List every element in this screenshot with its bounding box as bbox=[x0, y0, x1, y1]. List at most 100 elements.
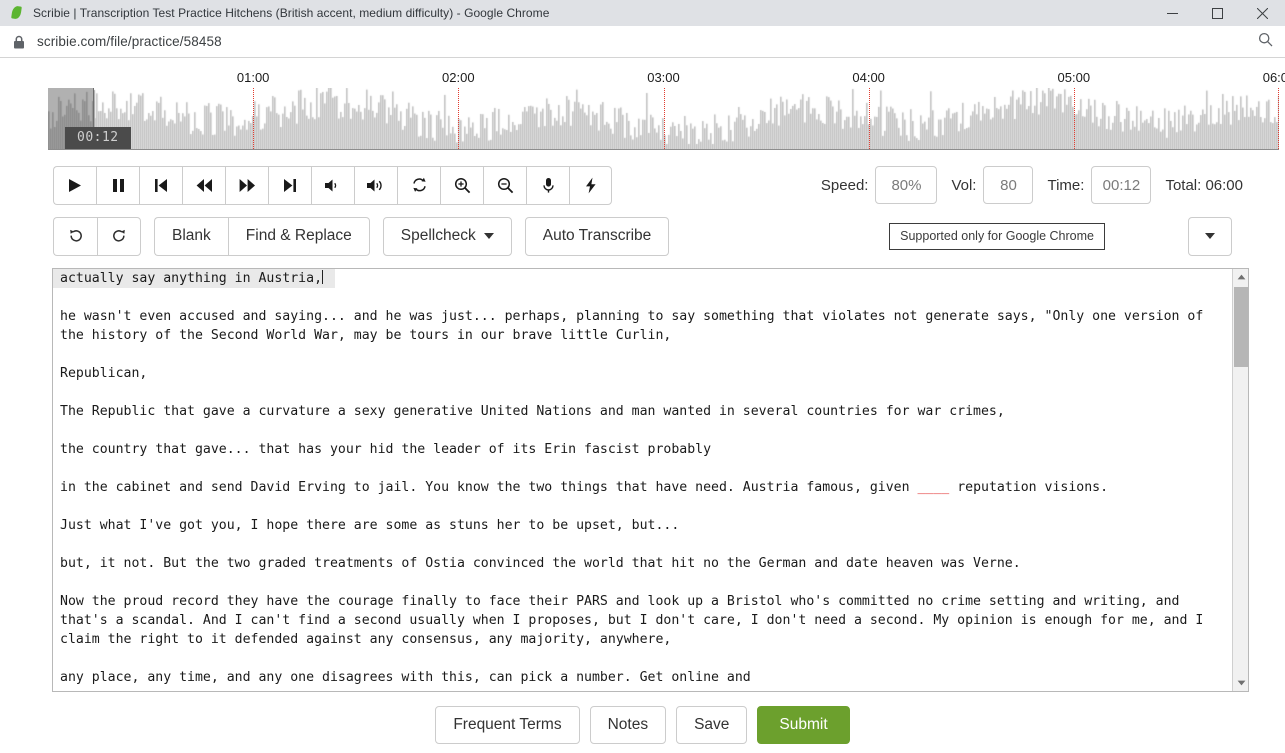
maximize-icon[interactable] bbox=[1195, 0, 1240, 26]
play-button[interactable] bbox=[53, 165, 96, 205]
ruler-tick-line bbox=[1278, 88, 1279, 149]
close-icon[interactable] bbox=[1240, 0, 1285, 26]
window-controls bbox=[1150, 0, 1285, 26]
lock-icon bbox=[13, 35, 25, 49]
undo-redo-group bbox=[53, 216, 141, 256]
text-cursor bbox=[322, 270, 324, 284]
lightning-bolt-icon[interactable] bbox=[569, 165, 612, 205]
ruler-tick-line bbox=[663, 88, 665, 149]
speed-input[interactable] bbox=[875, 166, 938, 204]
edit-actions-group: Blank Find & Replace bbox=[154, 216, 370, 256]
ruler-tick-label: 02:00 bbox=[442, 70, 475, 85]
transcript-text-area[interactable]: actually say anything in Austria, he was… bbox=[53, 269, 1232, 691]
transcript-paragraph[interactable]: he wasn't even accused and saying... and… bbox=[53, 307, 1232, 345]
time-label: Time: bbox=[1047, 176, 1085, 194]
waveform-area[interactable]: 00:12 bbox=[48, 88, 1279, 150]
ruler-tick-label: 06:00 bbox=[1262, 70, 1285, 85]
ruler-tick-label: 05:00 bbox=[1057, 70, 1091, 85]
auto-transcribe-button[interactable]: Auto Transcribe bbox=[524, 216, 670, 256]
player-controls-row: Speed: Vol: Time: Total: 06:00 bbox=[0, 164, 1285, 206]
microphone-icon[interactable] bbox=[526, 165, 569, 205]
ruler-tick-line bbox=[253, 88, 255, 149]
total-duration-label: Total: 06:00 bbox=[1165, 176, 1243, 194]
frequent-terms-button[interactable]: Frequent Terms bbox=[435, 706, 580, 744]
volume-label: Vol: bbox=[951, 176, 977, 194]
ruler-tick-line bbox=[1073, 88, 1075, 149]
chevron-down-icon bbox=[483, 233, 494, 239]
transcript-paragraph[interactable]: but, it not. But the two graded treatmen… bbox=[53, 554, 1232, 573]
redo-icon[interactable] bbox=[97, 216, 141, 256]
url-text: scribie.com/file/practice/58458 bbox=[37, 34, 222, 49]
transcript-paragraph-with-blank[interactable]: in the cabinet and send David Erving to … bbox=[53, 478, 1232, 497]
notes-button[interactable]: Notes bbox=[589, 706, 667, 744]
ruler-tick-label: 01:00 bbox=[236, 70, 270, 85]
speed-label: Speed: bbox=[820, 176, 869, 194]
scrollbar-thumb[interactable] bbox=[1234, 287, 1248, 367]
spellcheck-dropdown-button[interactable]: Spellcheck bbox=[382, 216, 512, 256]
ruler-tick-label: 04:00 bbox=[852, 70, 885, 85]
editor-toolbar-right: Supported only for Google Chrome bbox=[889, 216, 1232, 256]
time-input[interactable] bbox=[1091, 166, 1152, 204]
pause-button[interactable] bbox=[96, 165, 139, 205]
magnifier-minus-icon[interactable] bbox=[483, 165, 526, 205]
transcript-paragraph[interactable]: Just what I've got you, I hope there are… bbox=[53, 516, 1232, 535]
audio-waveform-player[interactable]: 01:00 02:00 03:00 04:00 05:00 06:00 00:12 bbox=[0, 70, 1285, 154]
transcript-paragraph[interactable]: The Republic that gave a curvature a sex… bbox=[53, 402, 1232, 421]
chrome-support-tooltip: Supported only for Google Chrome bbox=[889, 222, 1105, 250]
rewind-icon[interactable] bbox=[182, 165, 225, 205]
transcript-paragraph[interactable]: Republican, bbox=[53, 364, 1232, 383]
transcript-editor[interactable]: actually say anything in Austria, he was… bbox=[52, 268, 1249, 692]
undo-icon[interactable] bbox=[53, 216, 97, 256]
fast-forward-icon[interactable] bbox=[225, 165, 268, 205]
blank-button[interactable]: Blank bbox=[154, 216, 228, 256]
editor-toolbar-row: Blank Find & Replace Spellcheck Auto Tra… bbox=[0, 215, 1285, 257]
paragraph-text-after-blank: reputation visions. bbox=[949, 480, 1109, 495]
window-title: Scribie | Transcription Test Practice Hi… bbox=[33, 6, 550, 20]
volume-input[interactable] bbox=[983, 166, 1034, 204]
browser-address-bar[interactable]: scribie.com/file/practice/58458 bbox=[0, 26, 1285, 58]
timeline-ruler: 01:00 02:00 03:00 04:00 05:00 06:00 bbox=[48, 70, 1285, 88]
footer-actions: Frequent Terms Notes Save Submit bbox=[0, 706, 1285, 744]
scroll-up-arrow-icon[interactable] bbox=[1233, 269, 1249, 285]
zoom-icon[interactable] bbox=[1258, 32, 1273, 52]
options-dropdown-button[interactable] bbox=[1188, 216, 1232, 256]
ruler-tick-line bbox=[868, 88, 870, 149]
transcript-paragraph[interactable]: any place, any time, and any one disagre… bbox=[53, 668, 1232, 687]
skip-end-icon[interactable] bbox=[268, 165, 311, 205]
editor-toolbar-left: Blank Find & Replace Spellcheck Auto Tra… bbox=[53, 216, 670, 256]
skip-start-icon[interactable] bbox=[139, 165, 182, 205]
active-line-text: actually say anything in Austria, bbox=[60, 271, 323, 286]
volume-low-icon[interactable] bbox=[311, 165, 354, 205]
ruler-tick-label: 03:00 bbox=[647, 70, 680, 85]
transcript-paragraph[interactable]: the country that gave... that has your h… bbox=[53, 440, 1232, 459]
editor-scrollbar[interactable] bbox=[1232, 269, 1248, 691]
find-replace-button[interactable]: Find & Replace bbox=[227, 216, 370, 256]
transport-button-group bbox=[53, 165, 612, 205]
ruler-tick-line bbox=[458, 88, 460, 149]
minimize-icon[interactable] bbox=[1150, 0, 1195, 26]
scroll-down-arrow-icon[interactable] bbox=[1233, 675, 1249, 691]
magnifier-plus-icon[interactable] bbox=[440, 165, 483, 205]
volume-high-icon[interactable] bbox=[354, 165, 397, 205]
save-button[interactable]: Save bbox=[676, 706, 748, 744]
playback-meters: Speed: Vol: Time: Total: 06:00 bbox=[821, 166, 1243, 204]
active-line-row: actually say anything in Austria, bbox=[53, 269, 1232, 288]
loop-icon[interactable] bbox=[397, 165, 440, 205]
chevron-down-icon bbox=[1205, 233, 1215, 239]
blank-marker: ____ bbox=[917, 480, 950, 495]
page-content: 01:00 02:00 03:00 04:00 05:00 06:00 00:12 bbox=[0, 70, 1285, 744]
active-line[interactable]: actually say anything in Austria, bbox=[53, 269, 336, 288]
current-time-bubble: 00:12 bbox=[65, 127, 131, 149]
transcript-paragraph[interactable]: Now the proud record they have the coura… bbox=[53, 592, 1232, 649]
submit-button[interactable]: Submit bbox=[757, 706, 850, 744]
spellcheck-label: Spellcheck bbox=[400, 227, 476, 244]
